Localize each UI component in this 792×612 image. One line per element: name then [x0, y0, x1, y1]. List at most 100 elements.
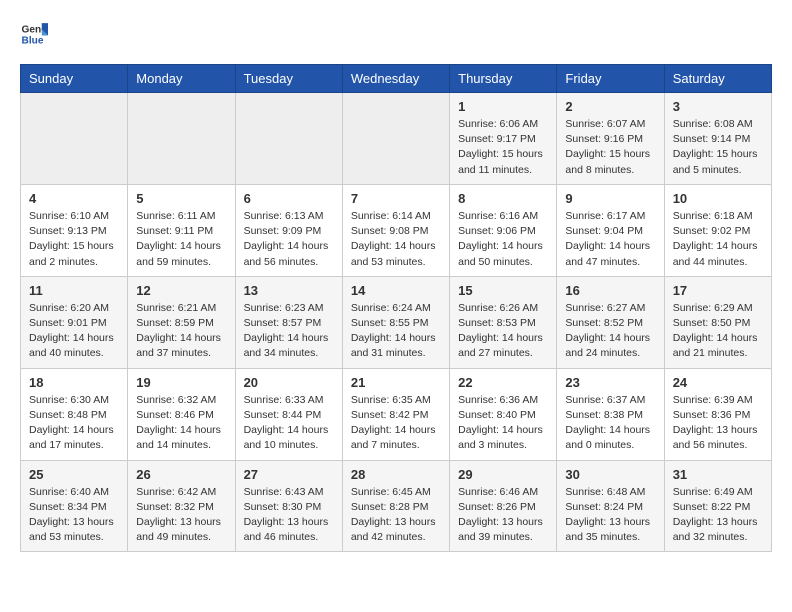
day-header-friday: Friday	[557, 65, 664, 93]
calendar-cell: 18 Sunrise: 6:30 AM Sunset: 8:48 PM Dayli…	[21, 368, 128, 460]
day-info: Sunrise: 6:17 AM Sunset: 9:04 PM Dayligh…	[565, 209, 655, 270]
day-header-thursday: Thursday	[450, 65, 557, 93]
day-info: Sunrise: 6:13 AM Sunset: 9:09 PM Dayligh…	[244, 209, 334, 270]
calendar-body: 1 Sunrise: 6:06 AM Sunset: 9:17 PM Daylig…	[21, 93, 772, 552]
calendar-cell: 5 Sunrise: 6:11 AM Sunset: 9:11 PM Daylig…	[128, 184, 235, 276]
day-info: Sunrise: 6:21 AM Sunset: 8:59 PM Dayligh…	[136, 301, 226, 362]
calendar-cell: 9 Sunrise: 6:17 AM Sunset: 9:04 PM Daylig…	[557, 184, 664, 276]
day-info: Sunrise: 6:39 AM Sunset: 8:36 PM Dayligh…	[673, 393, 763, 454]
calendar-cell: 31 Sunrise: 6:49 AM Sunset: 8:22 PM Dayli…	[664, 460, 771, 552]
calendar-cell: 7 Sunrise: 6:14 AM Sunset: 9:08 PM Daylig…	[342, 184, 449, 276]
svg-text:Blue: Blue	[22, 35, 44, 46]
day-info: Sunrise: 6:16 AM Sunset: 9:06 PM Dayligh…	[458, 209, 548, 270]
calendar-cell: 10Sunrise: 6:18 AM Sunset: 9:02 PM Dayli…	[664, 184, 771, 276]
calendar-cell: 19Sunrise: 6:32 AM Sunset: 8:46 PM Dayli…	[128, 368, 235, 460]
calendar-table: SundayMondayTuesdayWednesdayThursdayFrid…	[20, 64, 772, 552]
day-number: 15	[458, 283, 548, 298]
day-info: Sunrise: 6:27 AM Sunset: 8:52 PM Dayligh…	[565, 301, 655, 362]
day-info: Sunrise: 6:37 AM Sunset: 8:38 PM Dayligh…	[565, 393, 655, 454]
day-number: 5	[136, 191, 226, 206]
day-info: Sunrise: 6:06 AM Sunset: 9:17 PM Dayligh…	[458, 117, 548, 178]
day-info: Sunrise: 6:23 AM Sunset: 8:57 PM Dayligh…	[244, 301, 334, 362]
day-info: Sunrise: 6:43 AM Sunset: 8:30 PM Dayligh…	[244, 485, 334, 546]
day-number: 20	[244, 375, 334, 390]
day-info: Sunrise: 6:33 AM Sunset: 8:44 PM Dayligh…	[244, 393, 334, 454]
day-number: 12	[136, 283, 226, 298]
calendar-cell: 8 Sunrise: 6:16 AM Sunset: 9:06 PM Daylig…	[450, 184, 557, 276]
day-header-sunday: Sunday	[21, 65, 128, 93]
day-info: Sunrise: 6:40 AM Sunset: 8:34 PM Dayligh…	[29, 485, 119, 546]
day-number: 7	[351, 191, 441, 206]
logo: General Blue	[20, 20, 52, 48]
calendar-week-row: 25 Sunrise: 6:40 AM Sunset: 8:34 PM Dayli…	[21, 460, 772, 552]
day-number: 1	[458, 99, 548, 114]
day-number: 22	[458, 375, 548, 390]
calendar-cell: 2 Sunrise: 6:07 AM Sunset: 9:16 PM Daylig…	[557, 93, 664, 185]
day-info: Sunrise: 6:45 AM Sunset: 8:28 PM Dayligh…	[351, 485, 441, 546]
calendar-cell: 23 Sunrise: 6:37 AM Sunset: 8:38 PM Dayli…	[557, 368, 664, 460]
calendar-cell: 21 Sunrise: 6:35 AM Sunset: 8:42 PM Dayli…	[342, 368, 449, 460]
day-info: Sunrise: 6:10 AM Sunset: 9:13 PM Dayligh…	[29, 209, 119, 270]
day-info: Sunrise: 6:07 AM Sunset: 9:16 PM Dayligh…	[565, 117, 655, 178]
calendar-cell: 1 Sunrise: 6:06 AM Sunset: 9:17 PM Daylig…	[450, 93, 557, 185]
calendar-cell: 6 Sunrise: 6:13 AM Sunset: 9:09 PM Daylig…	[235, 184, 342, 276]
day-info: Sunrise: 6:32 AM Sunset: 8:46 PM Dayligh…	[136, 393, 226, 454]
calendar-cell	[235, 93, 342, 185]
day-number: 8	[458, 191, 548, 206]
calendar-cell: 17 Sunrise: 6:29 AM Sunset: 8:50 PM Dayli…	[664, 276, 771, 368]
calendar-cell: 29 Sunrise: 6:46 AM Sunset: 8:26 PM Dayli…	[450, 460, 557, 552]
day-info: Sunrise: 6:20 AM Sunset: 9:01 PM Dayligh…	[29, 301, 119, 362]
calendar-cell: 12 Sunrise: 6:21 AM Sunset: 8:59 PM Dayli…	[128, 276, 235, 368]
calendar-cell: 22 Sunrise: 6:36 AM Sunset: 8:40 PM Dayli…	[450, 368, 557, 460]
day-number: 9	[565, 191, 655, 206]
day-info: Sunrise: 6:11 AM Sunset: 9:11 PM Dayligh…	[136, 209, 226, 270]
day-number: 23	[565, 375, 655, 390]
calendar-cell: 15 Sunrise: 6:26 AM Sunset: 8:53 PM Dayli…	[450, 276, 557, 368]
calendar-cell: 25 Sunrise: 6:40 AM Sunset: 8:34 PM Dayli…	[21, 460, 128, 552]
calendar-cell	[21, 93, 128, 185]
day-number: 4	[29, 191, 119, 206]
day-number: 3	[673, 99, 763, 114]
day-info: Sunrise: 6:42 AM Sunset: 8:32 PM Dayligh…	[136, 485, 226, 546]
day-number: 13	[244, 283, 334, 298]
calendar-week-row: 4 Sunrise: 6:10 AM Sunset: 9:13 PM Daylig…	[21, 184, 772, 276]
day-info: Sunrise: 6:14 AM Sunset: 9:08 PM Dayligh…	[351, 209, 441, 270]
day-number: 2	[565, 99, 655, 114]
calendar-cell: 3 Sunrise: 6:08 AM Sunset: 9:14 PM Daylig…	[664, 93, 771, 185]
calendar-header-row: SundayMondayTuesdayWednesdayThursdayFrid…	[21, 65, 772, 93]
day-number: 16	[565, 283, 655, 298]
day-number: 17	[673, 283, 763, 298]
calendar-cell: 26 Sunrise: 6:42 AM Sunset: 8:32 PM Dayli…	[128, 460, 235, 552]
day-info: Sunrise: 6:26 AM Sunset: 8:53 PM Dayligh…	[458, 301, 548, 362]
day-number: 18	[29, 375, 119, 390]
day-number: 25	[29, 467, 119, 482]
day-info: Sunrise: 6:48 AM Sunset: 8:24 PM Dayligh…	[565, 485, 655, 546]
day-number: 21	[351, 375, 441, 390]
day-number: 27	[244, 467, 334, 482]
day-number: 26	[136, 467, 226, 482]
calendar-cell: 30Sunrise: 6:48 AM Sunset: 8:24 PM Dayli…	[557, 460, 664, 552]
day-info: Sunrise: 6:35 AM Sunset: 8:42 PM Dayligh…	[351, 393, 441, 454]
day-number: 31	[673, 467, 763, 482]
calendar-cell: 28Sunrise: 6:45 AM Sunset: 8:28 PM Dayli…	[342, 460, 449, 552]
logo-icon: General Blue	[20, 20, 48, 48]
day-info: Sunrise: 6:08 AM Sunset: 9:14 PM Dayligh…	[673, 117, 763, 178]
calendar-cell: 27 Sunrise: 6:43 AM Sunset: 8:30 PM Dayli…	[235, 460, 342, 552]
day-info: Sunrise: 6:49 AM Sunset: 8:22 PM Dayligh…	[673, 485, 763, 546]
calendar-cell	[342, 93, 449, 185]
calendar-cell: 16 Sunrise: 6:27 AM Sunset: 8:52 PM Dayli…	[557, 276, 664, 368]
day-header-monday: Monday	[128, 65, 235, 93]
calendar-cell: 24Sunrise: 6:39 AM Sunset: 8:36 PM Dayli…	[664, 368, 771, 460]
day-info: Sunrise: 6:36 AM Sunset: 8:40 PM Dayligh…	[458, 393, 548, 454]
calendar-cell: 11Sunrise: 6:20 AM Sunset: 9:01 PM Dayli…	[21, 276, 128, 368]
day-number: 6	[244, 191, 334, 206]
day-header-wednesday: Wednesday	[342, 65, 449, 93]
day-info: Sunrise: 6:30 AM Sunset: 8:48 PM Dayligh…	[29, 393, 119, 454]
day-number: 10	[673, 191, 763, 206]
calendar-cell: 13 Sunrise: 6:23 AM Sunset: 8:57 PM Dayli…	[235, 276, 342, 368]
calendar-week-row: 18 Sunrise: 6:30 AM Sunset: 8:48 PM Dayli…	[21, 368, 772, 460]
day-header-saturday: Saturday	[664, 65, 771, 93]
day-info: Sunrise: 6:29 AM Sunset: 8:50 PM Dayligh…	[673, 301, 763, 362]
day-info: Sunrise: 6:46 AM Sunset: 8:26 PM Dayligh…	[458, 485, 548, 546]
day-number: 29	[458, 467, 548, 482]
